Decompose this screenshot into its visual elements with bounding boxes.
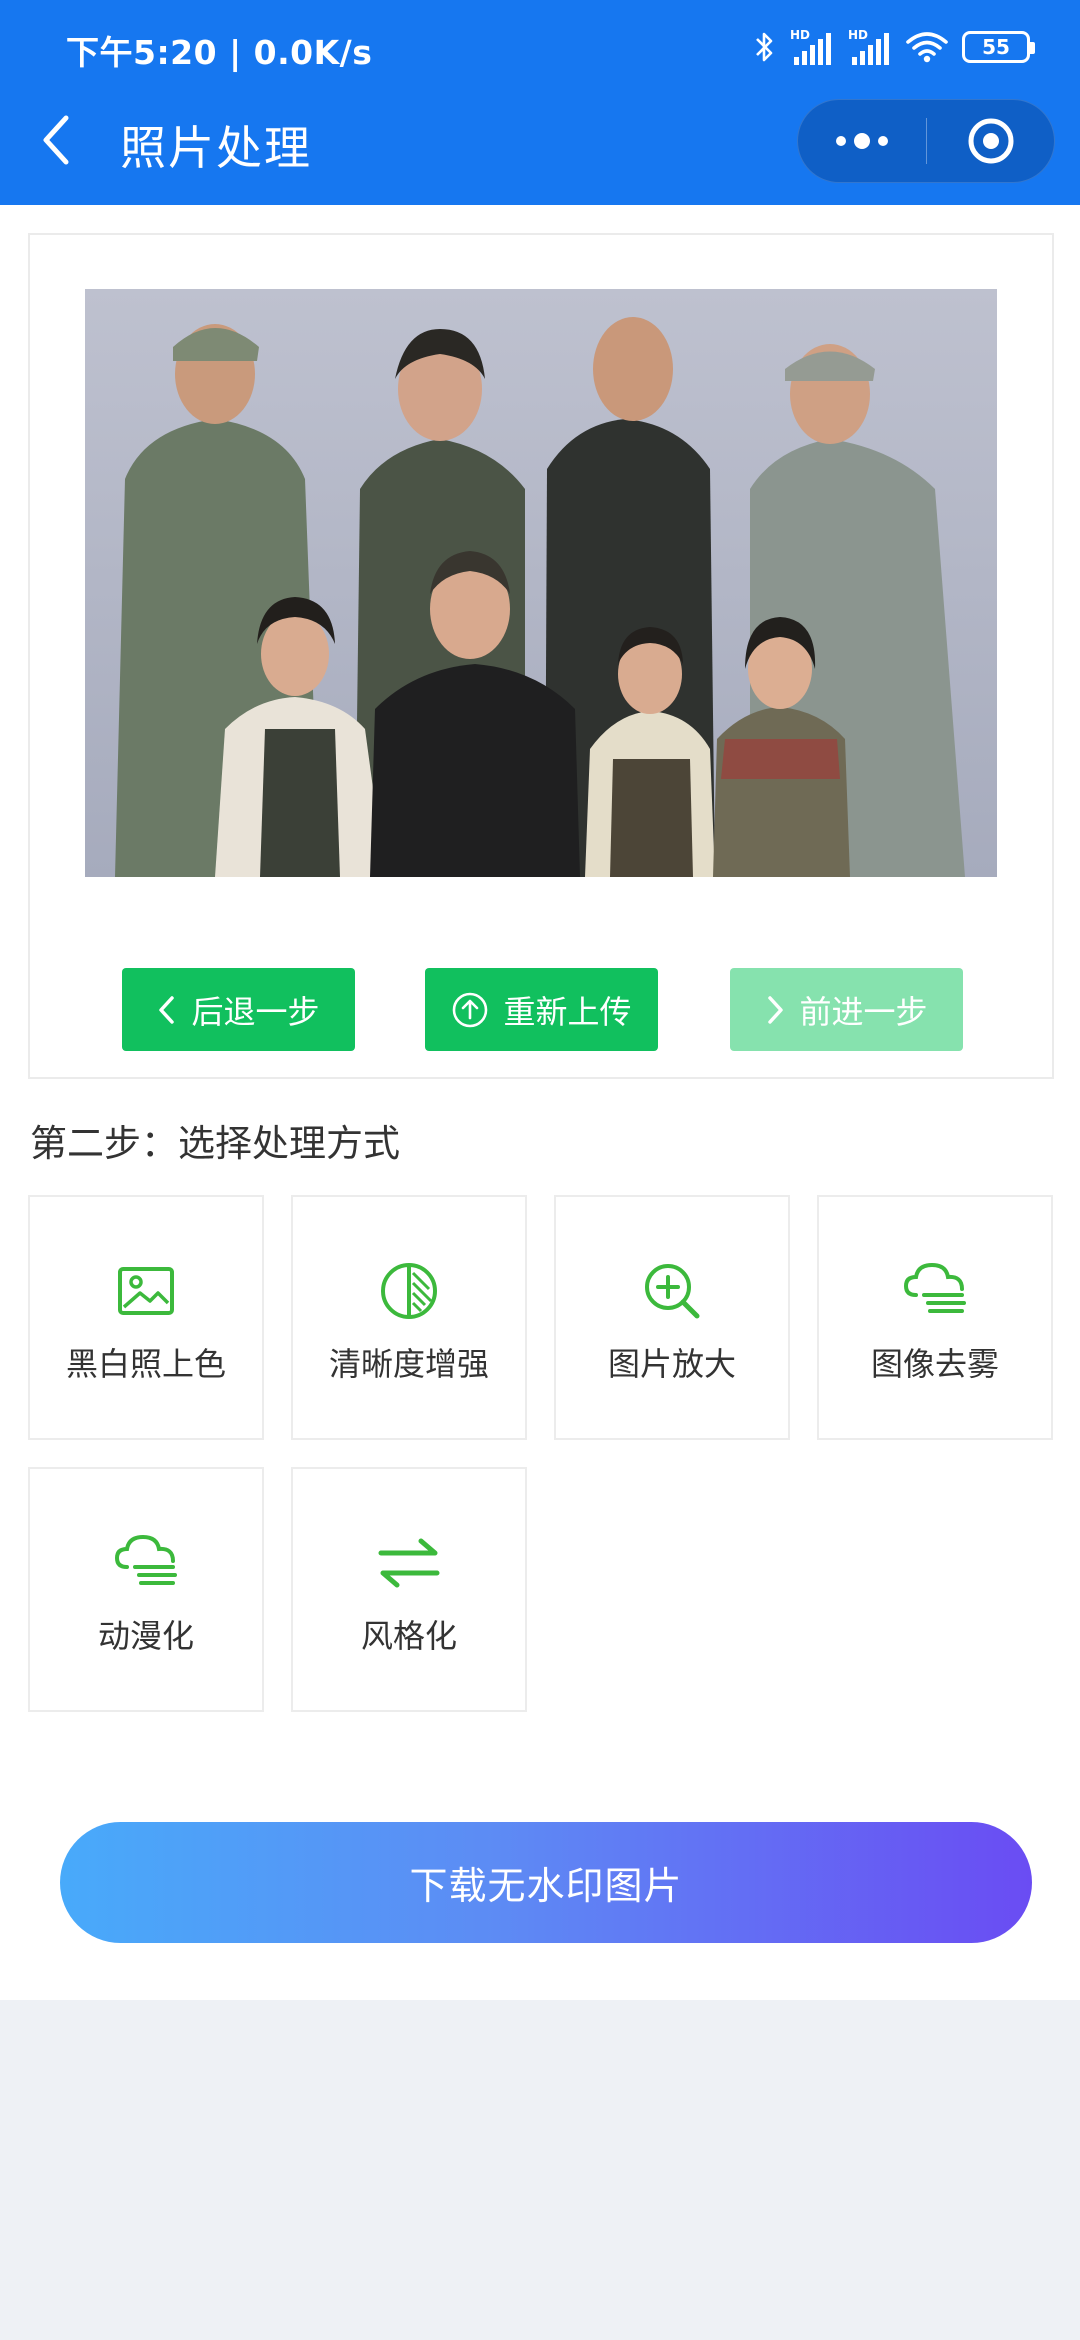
close-program-button[interactable] <box>927 100 1054 182</box>
more-dots-icon <box>836 136 846 146</box>
svg-text:HD: HD <box>790 28 810 42</box>
reupload-label: 重新上传 <box>503 992 632 1031</box>
wifi-icon <box>906 32 948 63</box>
tool-label: 清晰度增强 <box>328 1345 489 1383</box>
contrast-icon <box>381 1263 437 1319</box>
tool-label: 图像去雾 <box>870 1345 999 1383</box>
tool-label: 动漫化 <box>97 1617 194 1655</box>
undo-button[interactable]: 后退一步 <box>122 968 355 1051</box>
status-icons: HD HD 55 <box>754 24 1035 70</box>
download-button[interactable]: 下载无水印图片 <box>60 1822 1032 1943</box>
more-button[interactable] <box>798 100 926 182</box>
target-circle-icon <box>968 118 1013 164</box>
tool-anime[interactable]: 动漫化 <box>28 1467 264 1712</box>
undo-label: 后退一步 <box>191 992 320 1031</box>
mini-program-capsule <box>797 99 1055 183</box>
chevron-right-icon <box>768 995 784 1024</box>
battery-icon: 55 <box>962 31 1035 63</box>
zoom-in-icon <box>645 1264 700 1319</box>
redo-label: 前进一步 <box>799 992 928 1031</box>
status-time: 下午5:20 | 0.0K/s <box>66 33 373 72</box>
tool-dehaze[interactable]: 图像去雾 <box>817 1195 1053 1440</box>
tool-upscale[interactable]: 图片放大 <box>554 1195 790 1440</box>
signal-hd-icon: HD <box>848 28 889 65</box>
svg-text:HD: HD <box>848 28 868 42</box>
upload-circle-icon <box>453 992 488 1027</box>
photo-illustration <box>85 289 997 877</box>
main-content: 后退一步 重新上传 前进一步 第二步：选择处理方式 黑白照上色 清晰度增强 图片… <box>0 205 1080 2000</box>
photo-card: 后退一步 重新上传 前进一步 <box>28 233 1054 1079</box>
tool-enhance[interactable]: 清晰度增强 <box>291 1195 527 1440</box>
tool-label: 黑白照上色 <box>65 1345 226 1383</box>
chevron-left-icon <box>43 115 69 165</box>
tool-stylize[interactable]: 风格化 <box>291 1467 527 1712</box>
image-icon <box>118 1267 174 1315</box>
back-button[interactable] <box>36 110 86 170</box>
cloud-fog-icon <box>903 1262 966 1313</box>
tool-colorize[interactable]: 黑白照上色 <box>28 1195 264 1440</box>
battery-level: 55 <box>982 35 1010 59</box>
chevron-left-icon <box>159 995 175 1024</box>
swap-arrows-icon <box>378 1538 440 1588</box>
reupload-button[interactable]: 重新上传 <box>425 968 658 1051</box>
signal-hd-icon: HD <box>790 28 831 65</box>
page-title: 照片处理 <box>120 121 312 175</box>
redo-button[interactable]: 前进一步 <box>730 968 963 1051</box>
family-photo <box>85 289 997 877</box>
tool-label: 风格化 <box>360 1617 457 1655</box>
bluetooth-icon <box>756 32 773 62</box>
app-header: 下午5:20 | 0.0K/s HD HD 55 照片处理 <box>0 0 1080 205</box>
cloud-fog-icon <box>114 1534 177 1585</box>
section-title: 第二步：选择处理方式 <box>30 1122 400 1165</box>
tool-label: 图片放大 <box>607 1345 736 1383</box>
